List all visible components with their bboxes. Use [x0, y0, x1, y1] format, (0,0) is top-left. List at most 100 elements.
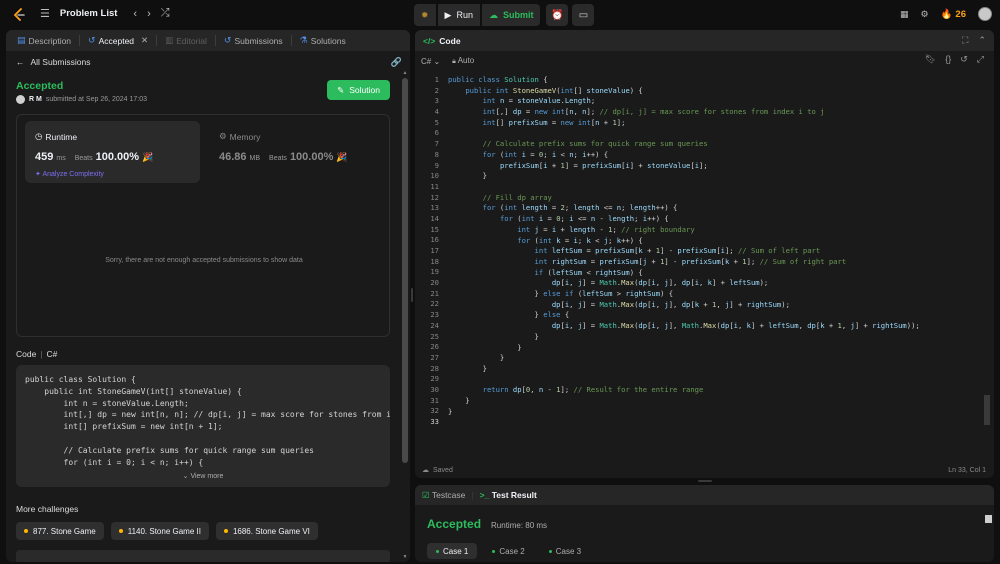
tab-editorial[interactable]: ▥ Editorial [161, 35, 211, 46]
auto-mode-toggle[interactable]: 🔒︎ Auto [452, 56, 474, 66]
tab-label: Submissions [234, 35, 283, 46]
submit-label: Submit [502, 10, 534, 20]
line-number: 5 [434, 117, 439, 127]
streak-counter[interactable]: 🔥 26 [941, 9, 966, 20]
code-editor[interactable]: public class Solution { public int Stone… [448, 75, 978, 418]
code-label-text: Code [16, 349, 37, 359]
avatar[interactable] [978, 7, 992, 21]
checkbox-icon: ☑ [422, 489, 430, 500]
problem-list-link[interactable]: Problem List [60, 8, 118, 19]
line-number: 7 [434, 139, 439, 149]
expand-icon[interactable]: ⤢ [977, 54, 984, 65]
scroll-up-icon[interactable]: ▲ [402, 70, 408, 76]
case-tab-2[interactable]: Case 2 [483, 543, 533, 559]
case-tab-3[interactable]: Case 3 [540, 543, 590, 559]
line-number: 15 [430, 224, 439, 234]
line-number: 4 [434, 107, 439, 117]
view-more-button[interactable]: ⌄ View more [16, 470, 390, 480]
test-result-summary: Accepted Runtime: 80 ms [427, 517, 547, 531]
challenge-chip[interactable]: 1686. Stone Game VI [215, 522, 318, 540]
tab-submissions[interactable]: ↺ Submissions [220, 35, 287, 46]
editor-scrollbar[interactable] [984, 75, 990, 450]
bug-icon: ✹ [421, 9, 429, 20]
tab-accepted[interactable]: ↺ Accepted ✕ [84, 35, 152, 46]
scroll-thumb[interactable] [984, 395, 990, 425]
run-button[interactable]: ▶ Run [437, 4, 480, 26]
all-submissions-link[interactable]: ← All Submissions [16, 57, 91, 67]
flask-icon: ⚗ [299, 35, 308, 45]
line-number: 26 [430, 342, 439, 352]
challenge-chip[interactable]: 877. Stone Game [16, 522, 104, 540]
fire-icon: 🔥 [940, 8, 953, 20]
runtime-unit: ms [56, 155, 66, 162]
language-select[interactable]: C# ⌄ [421, 57, 440, 66]
line-number: 25 [430, 331, 439, 341]
tab-divider [290, 35, 292, 46]
tab-solutions[interactable]: ⚗ Solutions [296, 35, 350, 46]
editor-toolbar: C# ⌄ 🔒︎ Auto [415, 52, 994, 70]
problem-list-icon[interactable]: ☰ [40, 7, 50, 20]
share-link-icon[interactable]: 🔗 [391, 57, 402, 68]
submitter-name[interactable]: R M [29, 96, 42, 103]
line-number: 10 [430, 171, 439, 181]
tab-divider [156, 35, 158, 46]
party-icon: 🎉 [142, 152, 154, 162]
left-scrollbar[interactable]: ▲ ▼ [402, 70, 408, 560]
reset-icon[interactable]: ↺ [960, 54, 968, 65]
layout-icon[interactable]: ▦ [900, 9, 909, 20]
scroll-thumb[interactable] [402, 78, 408, 463]
leetcode-logo-icon[interactable] [12, 8, 26, 22]
test-panel-scrollbar[interactable] [985, 509, 992, 559]
fullscreen-icon[interactable]: ⛶ [962, 35, 968, 46]
debug-button[interactable]: ✹ [414, 4, 436, 26]
book-icon: ▥ [165, 35, 174, 45]
line-number: 16 [430, 235, 439, 245]
tab-divider [214, 35, 216, 46]
submit-button[interactable]: ☁ Submit [481, 4, 541, 26]
line-number: 11 [430, 181, 439, 191]
collapse-icon[interactable]: ⌃ [978, 35, 986, 46]
tab-test-result[interactable]: >_ Test Result [480, 490, 537, 500]
editor-header-actions: ⛶ ⌃ [962, 35, 986, 46]
history-icon: ↺ [88, 35, 96, 45]
beats-label: Beats [269, 155, 287, 162]
runtime-card[interactable]: ◷ Runtime 459 ms Beats 100.00% 🎉 ✦ Analyz… [25, 121, 200, 183]
memory-card[interactable]: ⚙ Memory 46.86 MB Beats 100.00% 🎉 [209, 121, 384, 183]
case-tab-1[interactable]: Case 1 [427, 543, 478, 559]
braces-icon[interactable]: {} [945, 54, 951, 65]
bookmark-icon[interactable]: 🔖︎ [925, 54, 936, 65]
challenge-chip[interactable]: 1140. Stone Game II [110, 522, 209, 540]
lock-icon: 🔒︎ [452, 58, 456, 65]
shuffle-icon[interactable]: ⤮ [161, 7, 170, 20]
code-language: C# [46, 349, 58, 359]
panel-resize-handle[interactable] [698, 480, 712, 482]
solution-button[interactable]: ✎ Solution [327, 80, 390, 100]
tab-testcase[interactable]: ☑ Testcase [422, 490, 465, 501]
difficulty-dot [118, 529, 123, 533]
memory-title: ⚙ Memory [219, 131, 260, 142]
scroll-thumb[interactable] [985, 515, 992, 523]
cloud-icon: ☁ [422, 467, 429, 474]
line-number: 18 [430, 256, 439, 266]
terminal-icon: >_ [479, 490, 490, 500]
timer-button[interactable]: ⏰ [546, 4, 569, 26]
edit-icon: ✎ [337, 84, 345, 95]
chip-icon: ⚙ [219, 131, 227, 141]
challenge-label: 1140. Stone Game II [127, 526, 201, 536]
party-icon: 🎉 [336, 152, 348, 162]
tab-description[interactable]: ▤ Description [13, 35, 75, 46]
analyze-complexity-link[interactable]: ✦ Analyze Complexity [35, 170, 104, 178]
line-number: 17 [430, 246, 439, 255]
avatar[interactable] [16, 95, 25, 104]
cloud-upload-icon: ☁ [488, 9, 498, 20]
scroll-down-icon[interactable]: ▼ [402, 554, 408, 560]
gear-icon[interactable]: ⚙ [921, 9, 929, 20]
submitted-code-preview[interactable]: public class Solution { public int Stone… [16, 365, 390, 487]
line-number: 2 [434, 85, 439, 95]
chevron-left-icon[interactable]: ‹ [133, 8, 137, 20]
code-content[interactable]: public class Solution { public int Stone… [448, 75, 978, 418]
notes-button[interactable]: ▭ [572, 4, 595, 26]
close-icon[interactable]: ✕ [141, 35, 148, 46]
panel-resize-handle[interactable] [411, 288, 413, 302]
chevron-right-icon[interactable]: › [147, 8, 151, 20]
